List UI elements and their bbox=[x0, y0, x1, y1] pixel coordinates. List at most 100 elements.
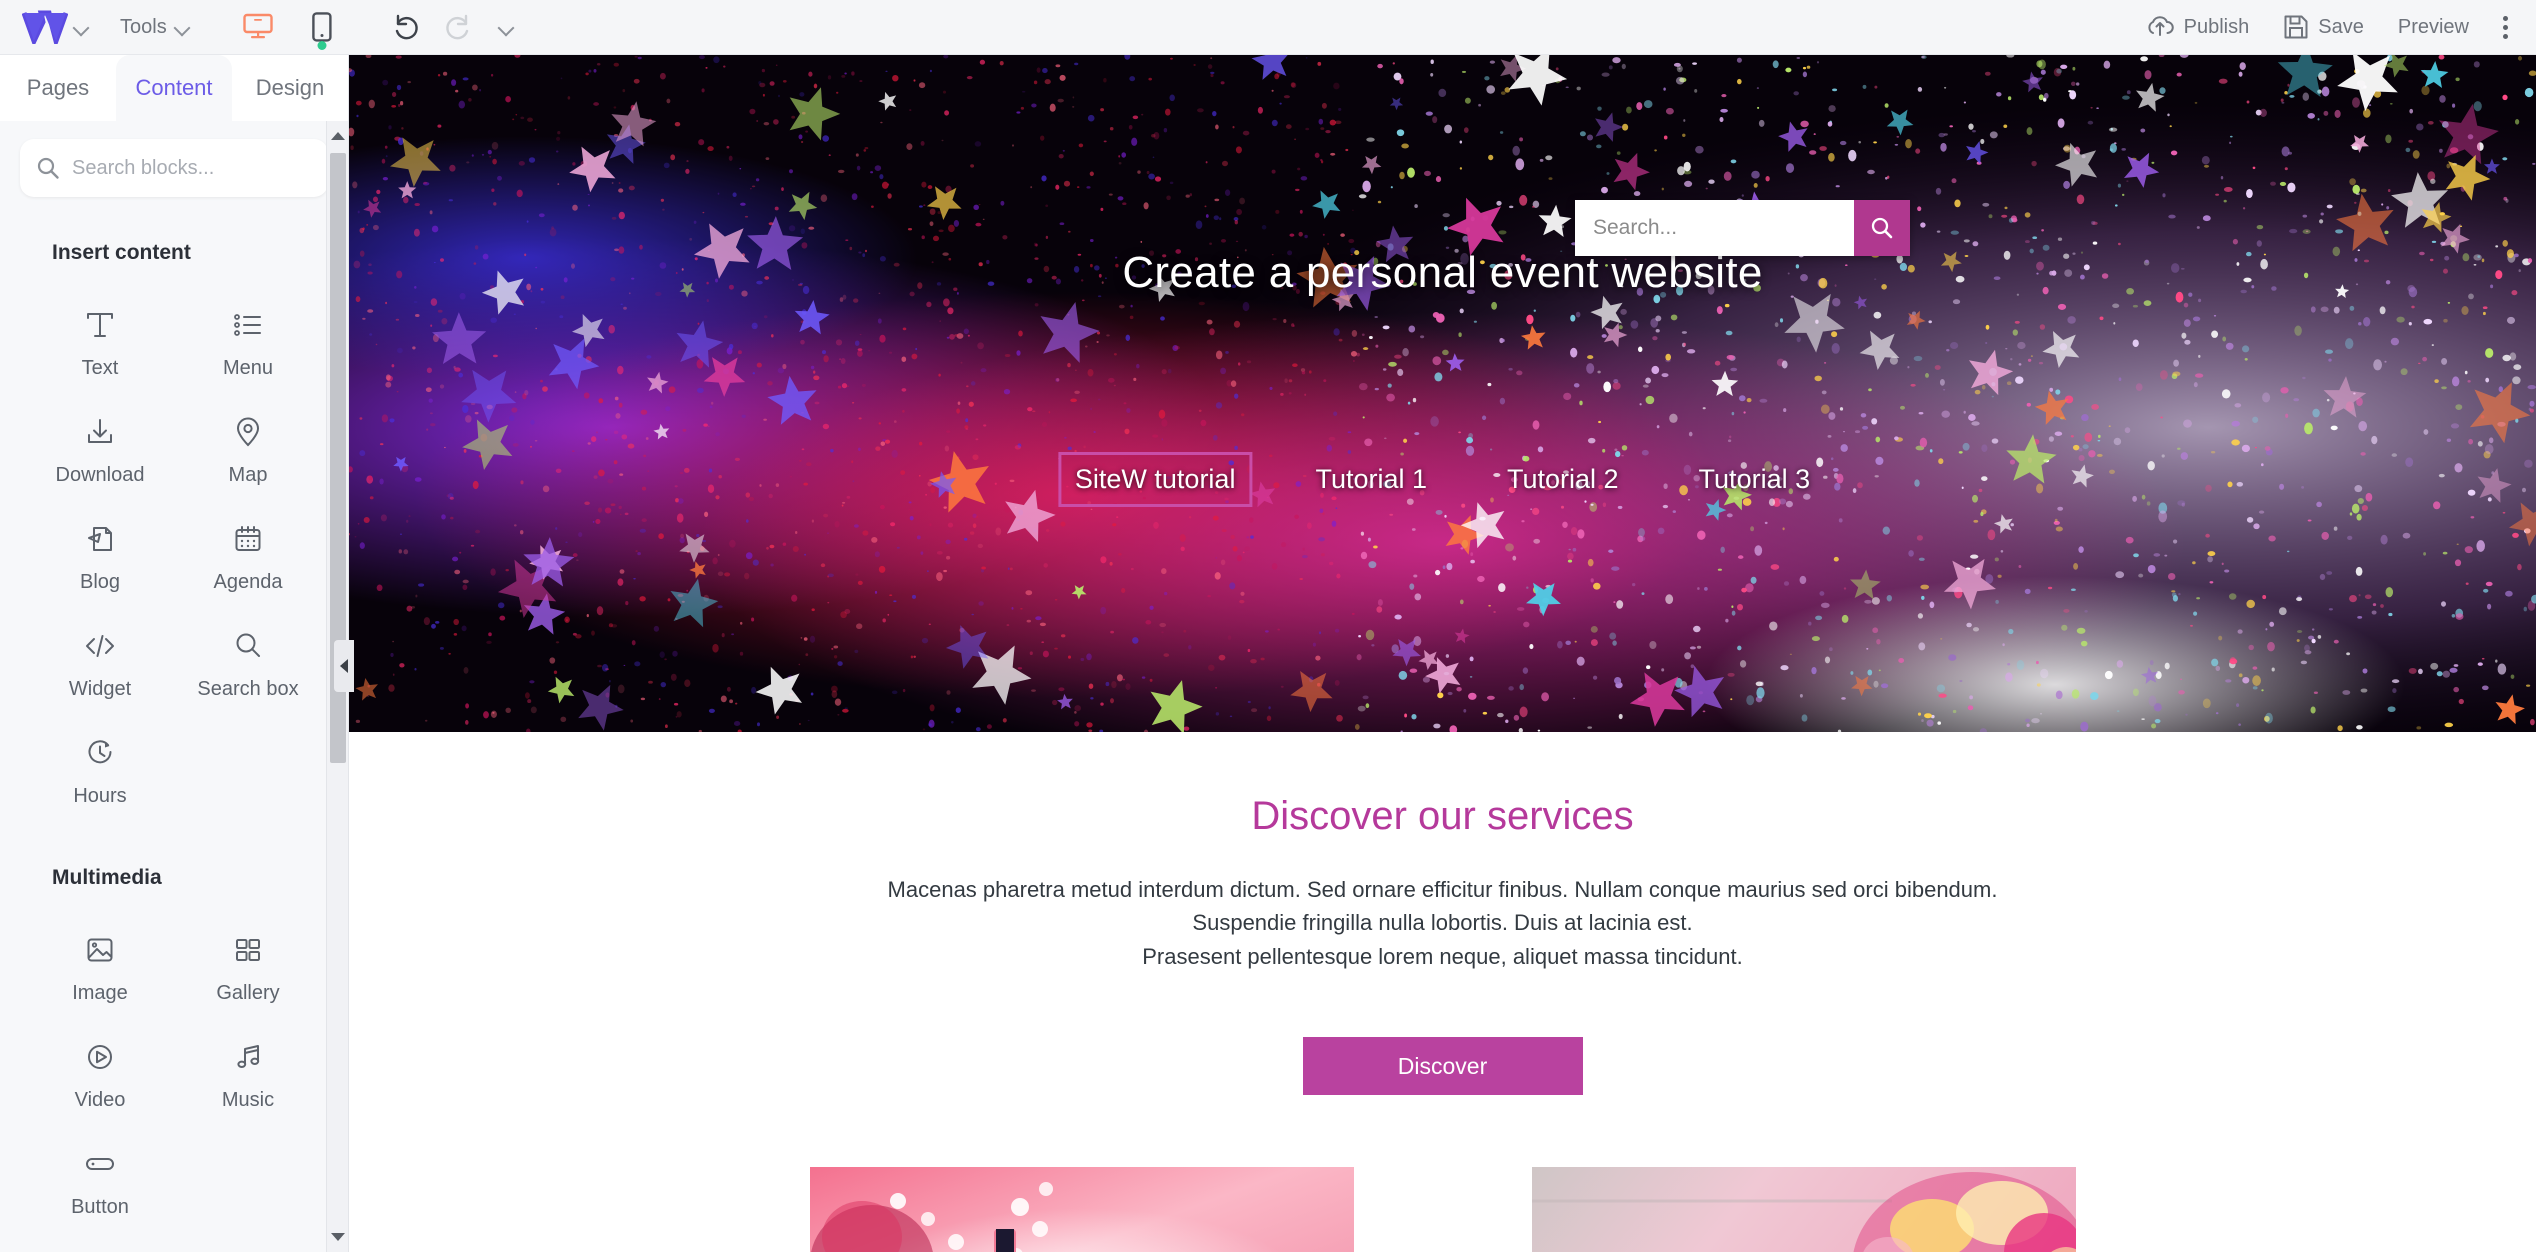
services-paragraph-line-1: Macenas pharetra metud interdum dictum. … bbox=[887, 877, 1998, 902]
block-music-label: Music bbox=[221, 1089, 275, 1111]
nav-link-tutorial-2[interactable]: Tutorial 2 bbox=[1493, 455, 1633, 504]
redo-button[interactable] bbox=[441, 10, 475, 44]
site-preview-canvas: Create a personal event website Search..… bbox=[349, 55, 2536, 1252]
discover-button[interactable]: Discover bbox=[1302, 1037, 1583, 1096]
block-agenda[interactable]: Agenda bbox=[174, 505, 322, 606]
tab-pages[interactable]: Pages bbox=[0, 55, 116, 121]
download-arrow-icon bbox=[80, 412, 120, 452]
nav-link-tutorial-1[interactable]: Tutorial 1 bbox=[1301, 455, 1441, 504]
block-hours[interactable]: Hours bbox=[26, 719, 174, 820]
publish-button[interactable]: Publish bbox=[2145, 14, 2250, 40]
desktop-view-button[interactable] bbox=[239, 7, 277, 47]
services-title: Discover our services bbox=[1251, 794, 1634, 838]
block-video[interactable]: Video bbox=[26, 1023, 174, 1124]
block-music[interactable]: Music bbox=[174, 1023, 322, 1124]
site-search-input[interactable]: Search... bbox=[1575, 200, 1854, 256]
search-blocks-placeholder: Search blocks... bbox=[72, 156, 215, 179]
history-chevron-down-icon[interactable] bbox=[493, 14, 519, 40]
nav-link-sitew-tutorial[interactable]: SiteW tutorial bbox=[1057, 452, 1253, 507]
undo-arrow-icon bbox=[395, 14, 418, 40]
block-button-label: Button bbox=[71, 1196, 129, 1218]
clock-icon bbox=[80, 733, 120, 773]
grid-squares-icon bbox=[228, 930, 268, 970]
tab-design[interactable]: Design bbox=[232, 55, 348, 121]
hero-banner-section: Create a personal event website Search..… bbox=[349, 55, 2536, 732]
sitew-w-logo[interactable] bbox=[21, 10, 69, 50]
block-gallery[interactable]: Gallery bbox=[174, 916, 322, 1017]
scroll-up-button[interactable] bbox=[327, 123, 349, 149]
block-widget[interactable]: Widget bbox=[26, 612, 174, 713]
scroll-down-button[interactable] bbox=[327, 1224, 349, 1250]
map-pin-icon bbox=[228, 412, 268, 452]
block-text-label: Text bbox=[81, 357, 119, 379]
block-map-label: Map bbox=[228, 464, 268, 486]
more-options-kebab-menu-icon[interactable] bbox=[2497, 10, 2514, 45]
block-menu[interactable]: Menu bbox=[174, 291, 322, 392]
pink-flowers-photo bbox=[1531, 1167, 2076, 1252]
search-icon bbox=[37, 157, 59, 179]
bullet-list-icon bbox=[228, 305, 268, 345]
hero-navigation-menu: SiteW tutorial Tutorial 1 Tutorial 2 Tut… bbox=[1057, 452, 1825, 507]
block-download[interactable]: Download bbox=[26, 398, 174, 499]
block-download-label: Download bbox=[55, 464, 145, 486]
photo-gallery-row bbox=[349, 1167, 2536, 1252]
block-blog[interactable]: Blog bbox=[26, 505, 174, 606]
photo-flowers[interactable] bbox=[1531, 1167, 2076, 1252]
section-title-multimedia: Multimedia bbox=[52, 866, 162, 889]
music-note-icon bbox=[228, 1037, 268, 1077]
nav-link-tutorial-3-label: Tutorial 3 bbox=[1698, 464, 1811, 494]
search-icon bbox=[228, 626, 268, 666]
block-menu-label: Menu bbox=[222, 357, 274, 379]
desktop-monitor-icon bbox=[243, 13, 273, 39]
services-paragraph-line-2: Suspendie fringilla nulla lobortis. Duis… bbox=[1192, 910, 1693, 936]
preview-label: Preview bbox=[2397, 15, 2469, 38]
pink-champagne-photo bbox=[809, 1167, 1354, 1252]
panel-tab-bar: Pages Content Design bbox=[0, 55, 348, 121]
search-blocks-input[interactable]: Search blocks... bbox=[20, 139, 328, 197]
block-video-label: Video bbox=[74, 1089, 126, 1111]
tab-content[interactable]: Content bbox=[116, 55, 232, 121]
block-search-box-label: Search box bbox=[197, 678, 299, 700]
photo-champagne[interactable] bbox=[809, 1167, 1354, 1252]
site-search-submit-button[interactable] bbox=[1854, 200, 1910, 256]
insert-content-block-grid: Text Menu Download Map Blog Agenda Widge… bbox=[0, 265, 348, 820]
block-hours-label: Hours bbox=[73, 785, 127, 807]
tab-design-label: Design bbox=[255, 75, 325, 100]
blog-page-icon bbox=[80, 519, 120, 559]
block-image-label: Image bbox=[72, 982, 128, 1004]
services-paragraph: Macenas pharetra metud interdum dictum. … bbox=[349, 873, 2536, 973]
services-paragraph-line-3: Prasesent pellentesque lorem neque, aliq… bbox=[1142, 943, 1743, 969]
block-map[interactable]: Map bbox=[174, 398, 322, 499]
collapse-panel-handle[interactable] bbox=[334, 640, 354, 692]
block-button[interactable]: Button bbox=[26, 1130, 174, 1231]
save-button[interactable]: Save bbox=[2283, 14, 2364, 40]
publish-label: Publish bbox=[2183, 15, 2250, 38]
triangle-down-icon bbox=[331, 1233, 345, 1241]
preview-button[interactable]: Preview bbox=[2398, 16, 2469, 39]
undo-button[interactable] bbox=[389, 10, 423, 44]
multimedia-block-grid: Image Gallery Video Music Button bbox=[0, 890, 348, 1231]
block-text[interactable]: Text bbox=[26, 291, 174, 392]
mobile-view-button[interactable] bbox=[303, 7, 341, 50]
mobile-status-green-dot bbox=[317, 41, 327, 50]
logo-chevron-down-icon[interactable] bbox=[68, 14, 94, 40]
top-toolbar: Tools Publish Save Preview bbox=[0, 0, 2536, 55]
nav-link-tutorial-1-label: Tutorial 1 bbox=[1315, 464, 1428, 494]
left-blocks-panel: Pages Content Design Search blocks... In… bbox=[0, 55, 349, 1252]
mobile-phone-icon bbox=[311, 12, 332, 42]
site-search-placeholder: Search... bbox=[1593, 216, 1678, 239]
tab-pages-label: Pages bbox=[26, 75, 90, 100]
save-label: Save bbox=[2318, 15, 2364, 38]
chevron-left-icon bbox=[340, 659, 348, 673]
image-picture-icon bbox=[80, 930, 120, 970]
block-image[interactable]: Image bbox=[26, 916, 174, 1017]
nav-link-tutorial-2-label: Tutorial 2 bbox=[1507, 464, 1619, 494]
redo-arrow-icon bbox=[445, 14, 468, 40]
search-icon bbox=[1871, 217, 1893, 239]
block-search-box[interactable]: Search box bbox=[174, 612, 322, 713]
play-circle-icon bbox=[80, 1037, 120, 1077]
nav-link-sitew-tutorial-label: SiteW tutorial bbox=[1074, 464, 1236, 494]
tools-menu-button[interactable]: Tools bbox=[120, 14, 195, 40]
services-section: Discover our services Macenas pharetra m… bbox=[349, 732, 2536, 1096]
nav-link-tutorial-3[interactable]: Tutorial 3 bbox=[1685, 455, 1825, 504]
